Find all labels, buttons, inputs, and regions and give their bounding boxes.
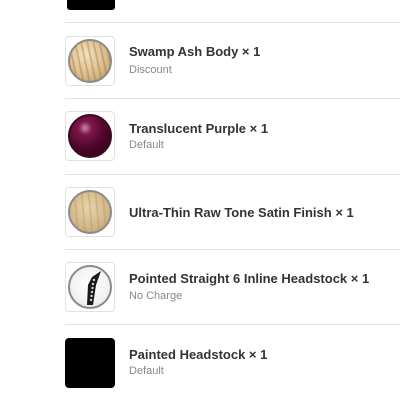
pointed-headstock-image	[65, 262, 115, 312]
item-subtitle: Default	[129, 365, 164, 377]
item-title: Ultra-Thin Raw Tone Satin Finish × 1	[129, 205, 354, 220]
item-subtitle: Default	[129, 139, 164, 151]
item-subtitle: No Charge	[129, 290, 183, 302]
order-item-swamp-ash-body: Swamp Ash Body × 1 Discount	[0, 23, 400, 98]
order-item-pointed-headstock: Pointed Straight 6 Inline Headstock × 1 …	[0, 250, 400, 325]
order-item-translucent-purple: Translucent Purple × 1 Default	[0, 99, 400, 174]
item-title: Painted Headstock × 1	[129, 347, 268, 362]
finish-swatch-image	[68, 190, 112, 234]
item-title: Pointed Straight 6 Inline Headstock × 1	[129, 271, 370, 286]
item-subtitle: Discount	[129, 64, 172, 76]
order-item-painted-headstock: Painted Headstock × 1 Default	[0, 325, 400, 400]
item-title: Translucent Purple × 1	[129, 121, 269, 136]
translucent-purple-swatch	[65, 111, 115, 161]
raw-tone-satin-swatch	[65, 187, 115, 237]
swamp-ash-wood-swatch	[65, 36, 115, 86]
item-title: Swamp Ash Body × 1	[129, 44, 261, 59]
color-swatch-image	[68, 114, 112, 158]
headstock-icon	[68, 265, 112, 309]
previous-item-thumbnail	[67, 0, 115, 10]
order-item-raw-tone-finish: Ultra-Thin Raw Tone Satin Finish × 1	[0, 175, 400, 250]
order-items-list: Swamp Ash Body × 1 Discount Translucent …	[0, 0, 400, 400]
wood-swatch-image	[68, 39, 112, 83]
black-painted-swatch	[65, 338, 115, 388]
